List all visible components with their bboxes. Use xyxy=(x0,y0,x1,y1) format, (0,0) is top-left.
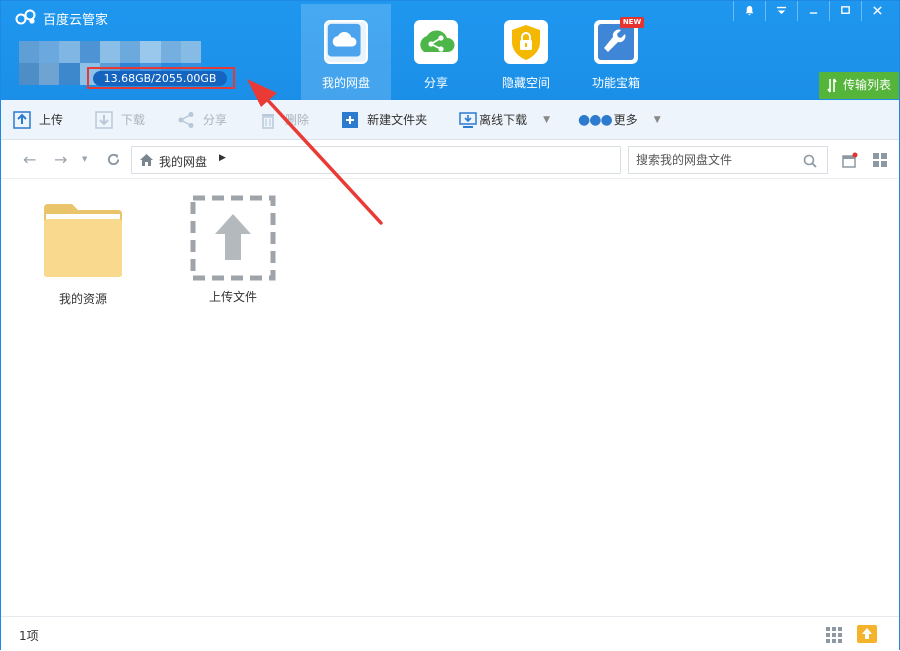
upload-button[interactable]: 上传 xyxy=(13,100,63,140)
list-item-upload[interactable]: 上传文件 xyxy=(183,194,283,305)
offline-download-label: 离线下载 xyxy=(479,113,528,127)
main-nav: 我的网盘 分享 隐藏空间 功能宝箱 xyxy=(301,4,661,100)
tab-toolbox[interactable]: 功能宝箱 xyxy=(571,4,661,100)
list-item-folder[interactable]: 我的资源 xyxy=(33,202,133,307)
breadcrumb-item[interactable]: 我的网盘 xyxy=(159,153,207,170)
maximize-icon[interactable] xyxy=(829,1,861,21)
offline-download-icon xyxy=(459,111,477,128)
home-icon[interactable] xyxy=(140,154,153,166)
chevron-down-icon[interactable]: ▼ xyxy=(654,115,661,125)
delete-label: 删除 xyxy=(285,113,310,127)
new-folder-label: 新建文件夹 xyxy=(367,113,428,127)
notification-layout-icon[interactable] xyxy=(842,152,858,168)
bell-icon[interactable] xyxy=(733,1,765,21)
share-icon xyxy=(414,20,458,64)
refresh-icon[interactable] xyxy=(106,152,121,167)
cloud-icon xyxy=(324,20,368,64)
chevron-down-icon[interactable]: ▼ xyxy=(543,115,550,125)
more-button[interactable]: ●●● 更多 ▼ xyxy=(578,100,661,140)
trash-icon xyxy=(262,113,275,129)
new-folder-button[interactable]: 新建文件夹 xyxy=(341,100,427,140)
tab-label: 分享 xyxy=(423,76,448,90)
share-label: 分享 xyxy=(203,113,228,127)
forward-arrow-icon[interactable]: → xyxy=(54,150,67,169)
more-dots-icon: ●●● xyxy=(578,111,613,128)
quota-highlight-box: 13.68GB/2055.00GB xyxy=(87,67,235,89)
app-title: 百度云管家 xyxy=(43,13,109,28)
search-icon[interactable] xyxy=(803,154,817,168)
upload-placeholder-icon xyxy=(190,195,276,281)
window-controls xyxy=(733,1,893,21)
minimize-icon[interactable] xyxy=(797,1,829,21)
folder-icon xyxy=(44,204,122,277)
menu-icon[interactable] xyxy=(765,1,797,21)
search-field xyxy=(628,146,828,174)
upload-icon xyxy=(13,110,31,129)
history-dropdown-icon[interactable]: ▼ xyxy=(82,155,87,163)
lock-icon xyxy=(504,20,548,64)
transfer-list-label: 传输列表 xyxy=(843,78,892,92)
tab-label: 隐藏空间 xyxy=(501,76,550,90)
tab-label: 功能宝箱 xyxy=(591,76,640,90)
breadcrumb[interactable]: 我的网盘 ▶ xyxy=(131,146,621,174)
thumbnail-view-icon[interactable] xyxy=(825,626,843,644)
share-button[interactable]: 分享 xyxy=(177,100,227,140)
download-icon xyxy=(95,110,113,129)
download-label: 下载 xyxy=(121,113,146,127)
transfer-list-button[interactable]: 传输列表 xyxy=(819,72,899,99)
search-input[interactable] xyxy=(629,147,794,173)
baidu-cloud-logo-icon xyxy=(15,9,36,25)
chevron-right-icon[interactable]: ▶ xyxy=(219,153,226,163)
tab-hidden-space[interactable]: 隐藏空间 xyxy=(481,4,571,100)
more-label: 更多 xyxy=(613,113,638,127)
tab-label: 我的网盘 xyxy=(321,76,370,90)
offline-download-button[interactable]: 离线下载 ▼ xyxy=(459,100,550,140)
file-name: 上传文件 xyxy=(208,290,257,304)
upload-queue-icon[interactable] xyxy=(857,625,877,643)
tab-my-netdisk[interactable]: 我的网盘 xyxy=(301,4,391,100)
address-bar: ← → ▼ 我的网盘 ▶ xyxy=(1,141,899,179)
item-count: 1项 xyxy=(19,629,39,643)
app-window: 百度云管家 13.68GB/2055.00GB 我的网盘 分享 隐藏空间 功能宝… xyxy=(0,0,900,650)
transfer-icon xyxy=(827,78,837,93)
status-bar: 1项 xyxy=(1,616,899,650)
back-arrow-icon[interactable]: ← xyxy=(23,150,36,169)
download-button[interactable]: 下载 xyxy=(95,100,145,140)
file-list: 我的资源 上传文件 xyxy=(1,180,899,616)
new-folder-icon xyxy=(342,111,359,128)
grid-view-icon[interactable] xyxy=(872,152,888,168)
new-badge-text: NEW xyxy=(622,18,642,26)
close-icon[interactable] xyxy=(861,1,893,21)
header-bar: 百度云管家 13.68GB/2055.00GB 我的网盘 分享 隐藏空间 功能宝… xyxy=(1,1,899,100)
tab-share[interactable]: 分享 xyxy=(391,4,481,100)
storage-quota: 13.68GB/2055.00GB xyxy=(93,71,227,86)
upload-label: 上传 xyxy=(39,113,64,127)
toolbar: 上传 下载 分享 删除 新建文件夹 离线下载 ▼ ●●● 更多 ▼ xyxy=(1,100,899,140)
delete-button[interactable]: 删除 xyxy=(259,100,309,140)
file-name: 我的资源 xyxy=(58,292,107,306)
share-icon xyxy=(178,111,194,128)
